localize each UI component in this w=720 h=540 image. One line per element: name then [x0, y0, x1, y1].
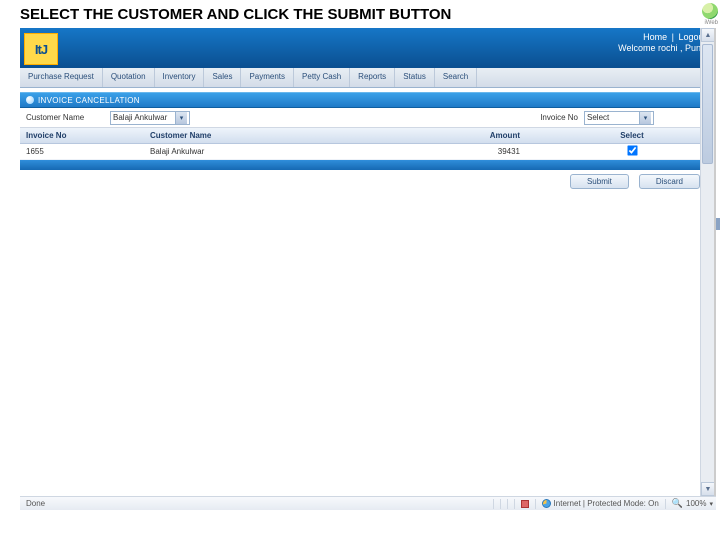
internet-zone-icon — [542, 499, 551, 508]
customer-name-label: Customer Name — [20, 113, 110, 122]
table-row: 1655 Balaji Ankulwar 39431 — [20, 144, 714, 160]
tab-search[interactable]: Search — [435, 68, 477, 87]
status-popup[interactable] — [518, 500, 532, 508]
tab-petty-cash[interactable]: Petty Cash — [294, 68, 350, 87]
scroll-thumb[interactable] — [702, 44, 713, 164]
chevron-down-icon: ▾ — [639, 112, 651, 124]
home-link[interactable]: Home — [643, 32, 667, 42]
invoice-no-label: Invoice No — [464, 113, 584, 122]
status-zone-text: Internet | Protected Mode: On — [554, 499, 659, 508]
col-invoice-no: Invoice No — [20, 131, 150, 140]
tab-status[interactable]: Status — [395, 68, 435, 87]
header-right: Home | Logout Welcome rochi , Pune — [618, 32, 706, 54]
action-row: Submit Discard — [20, 170, 714, 192]
tab-quotation[interactable]: Quotation — [103, 68, 155, 87]
filter-row: Customer Name Balaji Ankulwar ▾ Invoice … — [20, 108, 714, 128]
brand-corner: iWeb — [638, 0, 718, 28]
section-title: INVOICE CANCELLATION — [38, 96, 140, 105]
discard-button[interactable]: Discard — [639, 174, 700, 189]
customer-select-value: Balaji Ankulwar — [113, 113, 167, 122]
cell-customer-name: Balaji Ankulwar — [150, 147, 390, 156]
brand-text: iWeb — [704, 20, 718, 26]
welcome-text: Welcome rochi , Pune — [618, 43, 706, 54]
cell-amount: 39431 — [390, 147, 550, 156]
invoice-select-value: Select — [587, 113, 609, 122]
submit-button[interactable]: Submit — [570, 174, 629, 189]
app-viewport: ItJ Home | Logout Welcome rochi , Pune P… — [20, 28, 716, 496]
tab-sales[interactable]: Sales — [204, 68, 241, 87]
status-zoom[interactable]: 🔍 100% ▾ — [669, 498, 716, 509]
status-zone[interactable]: Internet | Protected Mode: On — [539, 499, 662, 508]
status-done: Done — [20, 499, 80, 508]
col-select: Select — [550, 131, 714, 140]
instruction-heading: SELECT THE CUSTOMER AND CLICK THE SUBMIT… — [0, 0, 720, 27]
row-select-checkbox[interactable] — [627, 145, 637, 155]
col-customer-name: Customer Name — [150, 131, 390, 140]
app-header: ItJ Home | Logout Welcome rochi , Pune — [20, 28, 714, 68]
main-tabs: Purchase Request Quotation Inventory Sal… — [20, 68, 714, 88]
separator-bar — [20, 160, 714, 170]
globe-icon — [702, 3, 718, 19]
tab-payments[interactable]: Payments — [241, 68, 294, 87]
logo: ItJ — [24, 33, 58, 65]
scroll-up-icon[interactable]: ▲ — [701, 28, 715, 42]
cell-invoice-no: 1655 — [20, 147, 150, 156]
table-header: Invoice No Customer Name Amount Select — [20, 128, 714, 144]
browser-statusbar: Done Internet | Protected Mode: On 🔍 100… — [20, 496, 716, 510]
col-amount: Amount — [390, 131, 550, 140]
zoom-value: 100% — [686, 499, 706, 508]
section-header: INVOICE CANCELLATION — [20, 92, 714, 108]
tab-reports[interactable]: Reports — [350, 68, 395, 87]
bullet-icon — [26, 96, 34, 104]
tab-inventory[interactable]: Inventory — [155, 68, 205, 87]
customer-select[interactable]: Balaji Ankulwar ▾ — [110, 111, 190, 125]
tab-purchase-request[interactable]: Purchase Request — [20, 68, 103, 87]
right-gutter — [716, 28, 720, 496]
vertical-scrollbar[interactable]: ▲ ▼ — [700, 28, 714, 496]
zoom-icon: 🔍 — [672, 498, 683, 509]
popup-blocked-icon — [521, 500, 529, 508]
scroll-down-icon[interactable]: ▼ — [701, 482, 715, 496]
invoice-select[interactable]: Select ▾ — [584, 111, 654, 125]
chevron-down-icon: ▾ — [175, 112, 187, 124]
chevron-down-icon: ▾ — [709, 500, 713, 508]
